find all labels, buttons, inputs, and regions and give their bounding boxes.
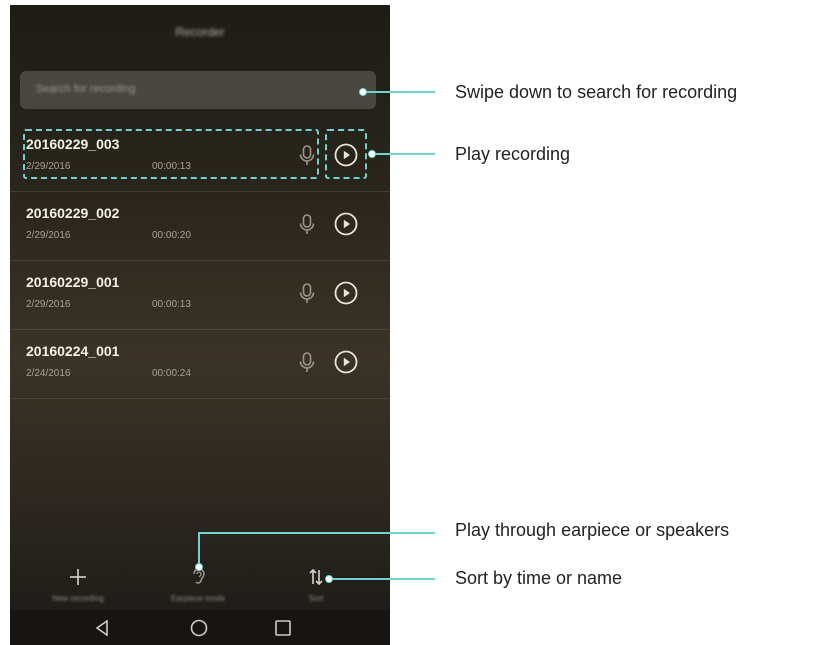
recording-name: 20160224_001 (26, 343, 120, 359)
recording-date: 2/29/2016 (26, 230, 71, 241)
screen-title: Recorder (175, 25, 225, 39)
play-circle-icon[interactable] (334, 350, 358, 374)
microphone-icon[interactable] (298, 282, 316, 306)
search-callout-dot (359, 88, 367, 96)
back-triangle-icon[interactable] (92, 618, 112, 638)
play-callout-dot (368, 150, 376, 158)
sort-callout-dot (325, 575, 333, 583)
sort-callout-line (330, 578, 435, 580)
recording-highlight-box (23, 129, 319, 179)
recording-date: 2/24/2016 (26, 368, 71, 379)
microphone-icon[interactable] (298, 351, 316, 375)
play-circle-icon[interactable] (334, 212, 358, 236)
search-callout-line (365, 91, 435, 93)
recording-duration: 00:00:24 (152, 368, 191, 379)
search-placeholder: Search for recording (36, 83, 136, 95)
microphone-icon[interactable] (298, 213, 316, 237)
recording-item[interactable]: 20160229_002 2/29/2016 00:00:20 (10, 192, 390, 261)
home-circle-icon[interactable] (189, 618, 209, 638)
recording-date: 2/29/2016 (26, 299, 71, 310)
recording-duration: 00:00:20 (152, 230, 191, 241)
recording-duration: 00:00:13 (152, 299, 191, 310)
callout-search: Swipe down to search for recording (455, 82, 738, 102)
recording-item[interactable]: 20160224_001 2/24/2016 00:00:24 (10, 330, 390, 399)
callout-play: Play recording (455, 144, 571, 164)
earpiece-callout-line-v (198, 532, 200, 566)
earpiece-callout-line-h (198, 532, 435, 534)
earpiece-callout-dot (195, 563, 203, 571)
recording-name: 20160229_002 (26, 205, 120, 221)
system-nav-bar (10, 610, 390, 645)
recents-square-icon[interactable] (273, 618, 293, 638)
play-circle-icon[interactable] (334, 281, 358, 305)
sort-label: Sort (308, 594, 324, 603)
recording-name: 20160229_001 (26, 274, 120, 290)
new-recording-label: New recording (52, 594, 104, 603)
phone-screen: Recorder Search for recording 20160229_0… (10, 5, 390, 645)
play-callout-line (374, 153, 435, 155)
plus-icon (70, 569, 86, 585)
search-bar[interactable]: Search for recording (20, 71, 376, 109)
recording-item[interactable]: 20160229_001 2/29/2016 00:00:13 (10, 261, 390, 330)
play-highlight-box (325, 129, 367, 179)
earpiece-mode-label: Earpiece mode (171, 594, 225, 603)
new-recording-button[interactable]: New recording (38, 560, 118, 610)
sort-button[interactable]: Sort (276, 560, 356, 610)
callout-sort: Sort by time or name (455, 568, 623, 588)
callout-earpiece: Play through earpiece or speakers (455, 520, 730, 540)
